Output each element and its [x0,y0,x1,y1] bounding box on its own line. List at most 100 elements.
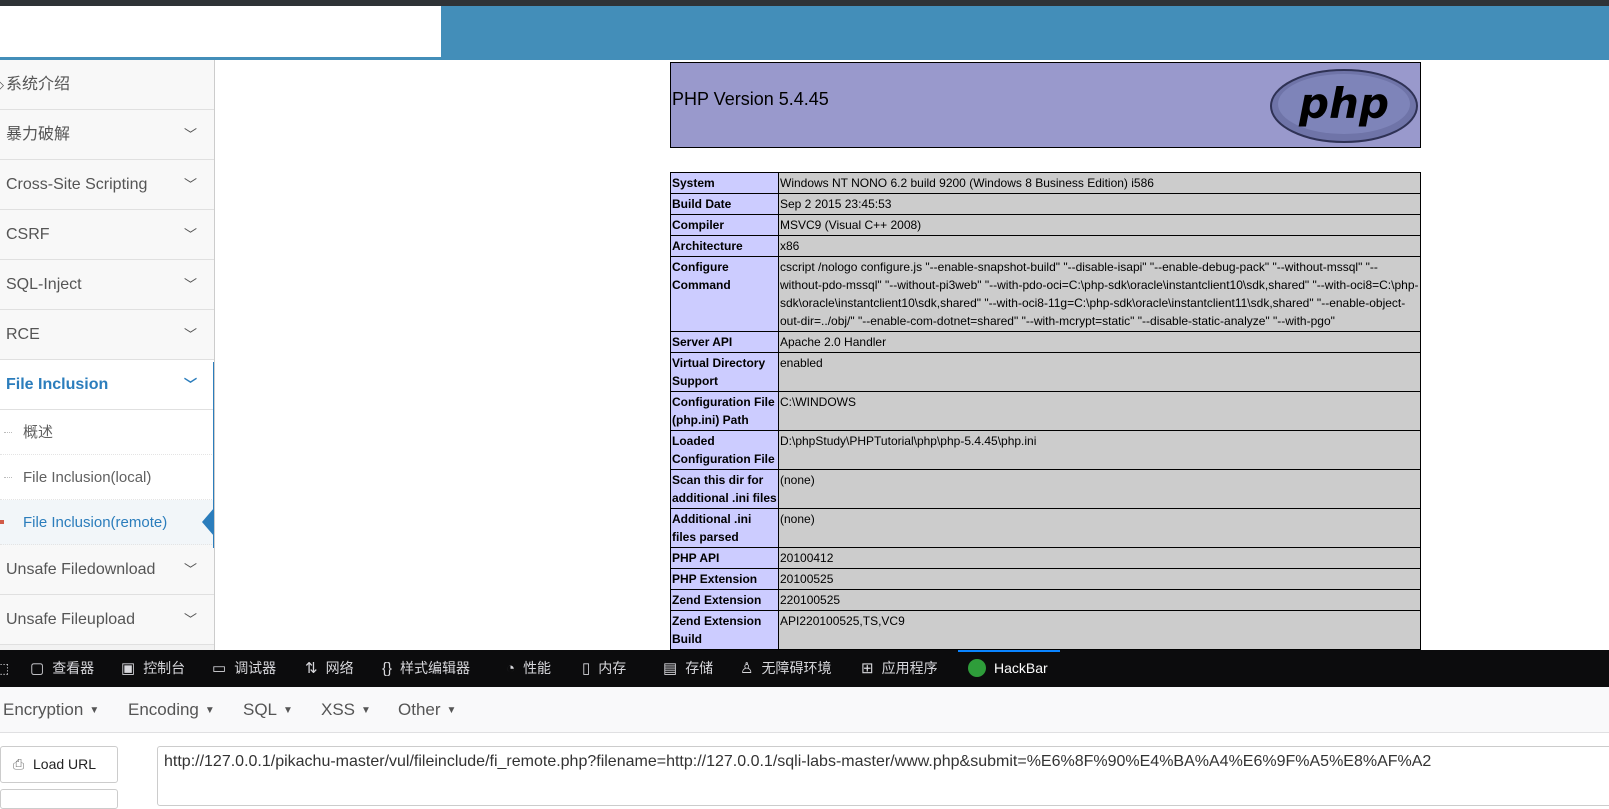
caret-down-icon: ▼ [204,705,215,716]
phpinfo-key: Zend Extension Build [670,610,779,650]
phpinfo-key: Build Date [670,193,779,215]
app-header [0,6,1609,60]
sidebar-item-csrf[interactable]: CSRF ﹀ [0,210,214,260]
sidebar-item-rce[interactable]: RCE ﹀ [0,310,214,360]
tab-label: HackBar [994,660,1048,676]
phpinfo-row: Build Date Sep 2 2015 23:45:53 [670,193,1421,215]
hackbar-icon [968,659,986,677]
menu-encoding[interactable]: Encoding ▼ [128,687,215,733]
tab-label: 查看器 [52,660,95,676]
phpinfo-row: Compiler MSVC9 (Visual C++ 2008) [670,214,1421,236]
phpinfo-row: PHP API 20100412 [670,547,1421,569]
phpinfo-row: Loaded Configuration File D:\phpStudy\PHP… [670,430,1421,470]
sidebar-subitem-label: 概述 [23,424,54,441]
sidebar-subitem-file-inclusion-local[interactable]: File Inclusion(local) [0,455,214,500]
caret-down-icon: ▼ [283,705,293,716]
tab-label: 调试器 [234,660,277,676]
phpinfo-value: cscript /nologo configure.js "--enable-s… [778,256,1421,332]
phpinfo-value: x86 [778,235,1421,257]
tab-label: 样式编辑器 [400,660,471,676]
phpinfo-key: Architecture [670,235,779,257]
phpinfo-row: PHP Extension 20100525 [670,568,1421,590]
menu-xss[interactable]: XSS ▼ [321,687,371,733]
tab-style-editor[interactable]: {} 样式编辑器 [382,650,470,687]
intro-icon: ◇ [0,60,4,110]
caret-down-icon: ▼ [89,705,100,716]
sidebar: ◇ 系统介绍 暴力破解 ﹀ Cross-Site Scripting ﹀ CSR… [0,60,215,650]
phpinfo-header: PHP Version 5.4.45 php [670,62,1421,148]
phpinfo-table: System Windows NT NONO 6.2 build 9200 (Wi… [670,172,1421,650]
header-logo-area [0,6,441,57]
sidebar-subitem-file-inclusion-remote[interactable]: File Inclusion(remote) [0,500,214,545]
phpinfo-key: Loaded Configuration File [670,430,779,470]
menu-label: XSS [321,700,356,719]
tab-inspector[interactable]: ▢ 查看器 [30,650,94,687]
phpinfo-key: PHP API [670,547,779,569]
phpinfo-panel: PHP Version 5.4.45 php System Windows NT … [670,62,1421,650]
tab-performance[interactable]: ◔ 性能 [506,650,551,687]
sidebar-item-file-inclusion[interactable]: File Inclusion ﹀ [0,360,214,410]
phpinfo-row: Configuration File (php.ini) Path C:\WIND… [670,391,1421,431]
sidebar-item-label: Unsafe Filedownload [6,561,156,578]
phpinfo-value: C:\WINDOWS [778,391,1421,431]
split-url-button[interactable] [0,789,118,809]
tab-debugger[interactable]: ▭ 调试器 [212,650,276,687]
tab-hackbar[interactable]: HackBar [958,650,1060,687]
sidebar-item-sql-inject[interactable]: SQL-Inject ﹀ [0,260,214,310]
phpinfo-value: 20100525 [778,568,1421,590]
debugger-icon: ▭ [212,660,227,677]
phpinfo-value: API220100525,TS,VC9 [778,610,1421,650]
sidebar-item-unsafe-fileupload[interactable]: Unsafe Fileupload ﹀ [0,595,214,645]
phpinfo-key: Additional .ini files parsed [670,508,779,548]
hackbar-body: ⎙ Load URL http://127.0.0.1/pikachu-maste… [0,733,1609,809]
tab-console[interactable]: ▣ 控制台 [121,650,185,687]
load-url-icon: ⎙ [13,756,25,772]
application-icon: ⊞ [861,660,874,677]
sidebar-item-unsafe-filedownload[interactable]: Unsafe Filedownload ﹀ [0,545,214,595]
php-logo-icon[interactable]: php [1269,68,1419,144]
sidebar-item-xss[interactable]: Cross-Site Scripting ﹀ [0,160,214,210]
accessibility-icon: ♙ [740,660,754,677]
phpinfo-row: Virtual Directory Support enabled [670,352,1421,392]
sidebar-item-label: SQL-Inject [6,276,82,293]
phpinfo-key: Server API [670,331,779,353]
phpinfo-value: Windows NT NONO 6.2 build 9200 (Windows … [778,172,1421,194]
tab-memory[interactable]: ▯ 内存 [582,650,626,687]
menu-label: Encoding [128,700,199,719]
menu-sql[interactable]: SQL ▼ [243,687,293,733]
menu-encryption[interactable]: Encryption ▼ [3,687,99,733]
tree-connector [4,432,12,433]
sidebar-item-label: Cross-Site Scripting [6,176,148,193]
style-editor-icon: {} [382,660,393,677]
php-logo-text: php [1298,79,1389,128]
tree-connector [4,477,12,478]
tab-application[interactable]: ⊞ 应用程序 [861,650,938,687]
phpinfo-key: Scan this dir for additional .ini files [670,469,779,509]
menu-label: Encryption [3,700,84,719]
chevron-down-icon: ﹀ [184,127,198,142]
phpinfo-row: Zend Extension 220100525 [670,589,1421,611]
sidebar-item-brute-force[interactable]: 暴力破解 ﹀ [0,110,214,160]
sidebar-item-intro[interactable]: ◇ 系统介绍 [0,60,214,110]
phpinfo-value: MSVC9 (Visual C++ 2008) [778,214,1421,236]
chevron-down-icon: ﹀ [184,327,198,342]
tab-label: 存储 [685,660,714,676]
menu-other[interactable]: Other ▼ [398,687,456,733]
tab-label: 控制台 [143,660,186,676]
tab-accessibility[interactable]: ♙ 无障碍环境 [740,650,831,687]
chevron-down-icon: ﹀ [184,227,198,242]
tab-network[interactable]: ⇅ 网络 [305,650,354,687]
console-icon: ▣ [121,660,136,677]
caret-down-icon: ▼ [361,705,371,716]
sidebar-item-label: 系统介绍 [6,76,71,93]
element-picker-icon[interactable]: ⬚ [0,650,9,687]
memory-icon: ▯ [582,660,591,677]
tab-storage[interactable]: ▤ 存储 [663,650,713,687]
load-url-button[interactable]: ⎙ Load URL [0,746,118,783]
phpinfo-key: Configuration File (php.ini) Path [670,391,779,431]
network-icon: ⇅ [305,660,318,677]
sidebar-subitem-overview[interactable]: 概述 [0,410,214,455]
url-input[interactable]: http://127.0.0.1/pikachu-master/vul/file… [157,746,1609,806]
performance-icon: ◔ [506,660,516,677]
menu-label: SQL [243,700,278,719]
